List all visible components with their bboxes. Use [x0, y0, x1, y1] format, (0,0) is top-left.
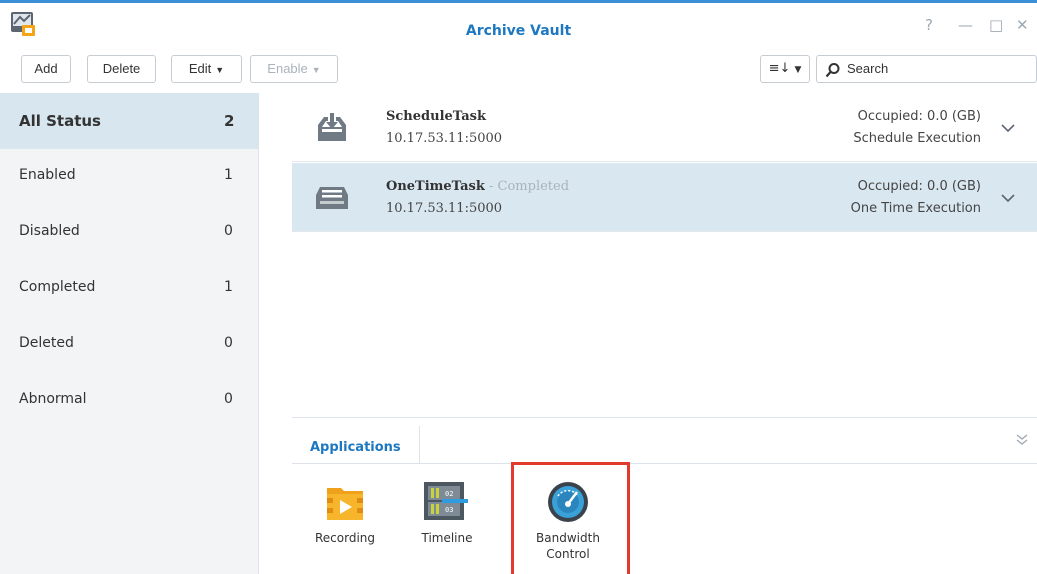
minimize-icon[interactable]: —	[958, 16, 973, 34]
sidebar-item-deleted[interactable]: Deleted 0	[0, 323, 258, 379]
sidebar-item-count: 1	[224, 279, 233, 295]
title-bar: Archive Vault ? — □ ✕	[0, 3, 1037, 47]
window-title: Archive Vault	[465, 23, 572, 39]
sidebar-item-enabled[interactable]: Enabled 1	[0, 155, 258, 211]
task-address: 10.17.53.11:5000	[386, 131, 503, 146]
sidebar-item-label: Disabled	[19, 223, 80, 239]
task-row[interactable]: ScheduleTask 10.17.53.11:5000 Occupied: …	[292, 93, 1037, 162]
recording-icon	[327, 488, 363, 520]
chevron-down-icon: ▼	[311, 65, 321, 75]
task-name: OneTimeTask - Completed	[386, 179, 569, 194]
applications-panel: Applications Recording 02 03 Timeline Ba…	[292, 417, 1037, 574]
collapse-icon[interactable]	[1015, 432, 1029, 446]
edit-button[interactable]: Edit ▼	[171, 55, 242, 83]
tab-label: Applications	[310, 440, 401, 455]
sort-button[interactable]: ≡↓ ▼	[760, 55, 810, 83]
schedule-download-icon	[318, 113, 346, 141]
svg-text:02: 02	[445, 490, 453, 498]
sidebar-item-label: Completed	[19, 279, 96, 295]
app-label: Bandwidth Control	[536, 531, 600, 561]
help-icon[interactable]: ?	[925, 16, 933, 34]
search-input[interactable]: Search	[816, 55, 1037, 83]
task-execution-type: Schedule Execution	[853, 131, 981, 146]
enable-button[interactable]: Enable ▼	[250, 55, 338, 83]
archive-vault-window: Archive Vault ? — □ ✕ Add Delete Edit ▼ E…	[0, 0, 1037, 574]
bandwidth-gauge-icon	[548, 482, 588, 522]
sidebar-item-label: Abnormal	[19, 391, 87, 407]
app-recording[interactable]: Recording	[300, 480, 390, 546]
task-occupied: Occupied: 0.0 (GB)	[857, 109, 981, 124]
close-icon[interactable]: ✕	[1016, 16, 1029, 34]
task-row[interactable]: OneTimeTask - Completed 10.17.53.11:5000…	[292, 163, 1037, 232]
chevron-down-icon: ▼	[215, 65, 225, 75]
one-time-drive-icon	[316, 187, 348, 209]
tab-applications[interactable]: Applications	[292, 426, 420, 464]
sidebar-item-disabled[interactable]: Disabled 0	[0, 211, 258, 267]
sidebar-item-count: 0	[224, 223, 233, 239]
search-placeholder: Search	[847, 61, 889, 76]
chevron-down-icon[interactable]	[1001, 123, 1015, 133]
add-button[interactable]: Add	[21, 55, 71, 83]
sidebar-item-count: 0	[224, 391, 233, 407]
task-occupied: Occupied: 0.0 (GB)	[857, 179, 981, 194]
delete-button[interactable]: Delete	[87, 55, 156, 83]
sidebar-item-all-status[interactable]: All Status 2	[0, 93, 258, 149]
enable-label: Enable	[267, 61, 308, 76]
sidebar-item-label: Deleted	[19, 335, 74, 351]
app-label: Timeline	[421, 531, 473, 545]
sidebar-item-count: 2	[224, 112, 235, 130]
maximize-icon[interactable]: □	[989, 16, 1003, 34]
edit-label: Edit	[188, 61, 212, 76]
timeline-icon: 02 03	[424, 482, 468, 520]
task-address: 10.17.53.11:5000	[386, 201, 503, 216]
task-name-text: ScheduleTask	[386, 109, 486, 124]
sidebar-item-completed[interactable]: Completed 1	[0, 267, 258, 323]
app-bandwidth-control[interactable]: Bandwidth Control	[523, 480, 613, 562]
sidebar-item-abnormal[interactable]: Abnormal 0	[0, 379, 258, 435]
app-label: Recording	[314, 531, 376, 545]
sidebar-item-count: 0	[224, 335, 233, 351]
status-sidebar: All Status 2 Enabled 1 Disabled 0 Comple…	[0, 93, 259, 574]
task-name: ScheduleTask	[386, 109, 486, 124]
chevron-down-icon: ▼	[794, 65, 802, 75]
task-name-text: OneTimeTask	[386, 179, 485, 194]
svg-text:03: 03	[445, 506, 453, 514]
search-icon	[825, 63, 840, 78]
task-status: - Completed	[484, 179, 570, 194]
task-execution-type: One Time Execution	[850, 201, 981, 216]
sort-icon: ≡↓	[768, 61, 791, 76]
chevron-down-icon[interactable]	[1001, 193, 1015, 203]
divider	[292, 463, 1037, 464]
sidebar-item-label: Enabled	[19, 167, 76, 183]
sidebar-item-count: 1	[224, 167, 233, 183]
sidebar-item-label: All Status	[19, 112, 101, 130]
app-timeline[interactable]: 02 03 Timeline	[402, 480, 492, 546]
